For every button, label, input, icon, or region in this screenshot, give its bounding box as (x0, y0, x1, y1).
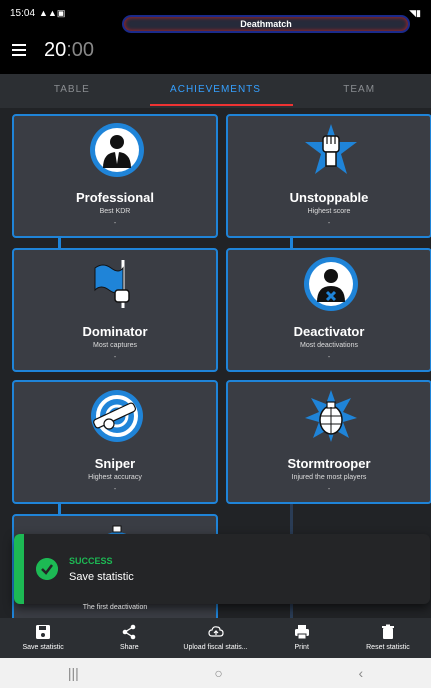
achievement-title: Deactivator (293, 324, 365, 339)
nav-label: Reset statistic (366, 644, 410, 651)
cloud-upload-icon (207, 626, 224, 637)
nav-label: Print (294, 644, 309, 651)
achievement-value: - (327, 486, 331, 493)
check-circle-icon (36, 558, 58, 580)
tab-team[interactable]: TEAM (287, 74, 431, 108)
tab-table[interactable]: TABLE (0, 74, 144, 108)
achievement-card-sniper[interactable]: Sniper Highest accuracy - (12, 380, 218, 504)
achievement-title: Stormtrooper (287, 456, 371, 471)
recents-icon[interactable]: ||| (68, 665, 79, 681)
achievement-title: Dominator (82, 324, 148, 339)
achievement-subtitle: Best KDR (99, 208, 131, 215)
nav-label: Share (119, 644, 139, 651)
achievement-value: - (327, 354, 331, 361)
upload-fiscal-button[interactable]: Upload fiscal statis... (172, 618, 258, 658)
home-icon[interactable]: ○ (214, 665, 222, 681)
raised-fist-icon (305, 124, 357, 174)
bottom-action-bar: Save statistic Share Upload fiscal stati… (0, 618, 431, 658)
grenade-icon (305, 390, 357, 442)
achievement-subtitle: Highest accuracy (88, 474, 142, 481)
achievement-subtitle: Most deactivations (300, 342, 358, 349)
notification-icon: ▲▲▣ (39, 7, 66, 18)
print-button[interactable]: Print (259, 618, 345, 658)
achievement-value: - (113, 486, 117, 493)
print-icon (294, 625, 309, 640)
toast-accent-bar (14, 534, 24, 604)
trash-icon (381, 624, 394, 639)
nav-label: Save statistic (22, 644, 64, 651)
achievement-subtitle: Injured the most players (291, 474, 367, 481)
defuser-icon (304, 257, 358, 311)
game-mode-badge[interactable]: Deathmatch (122, 15, 410, 33)
tab-bar: TABLE ACHIEVEMENTS TEAM (0, 74, 431, 108)
hamburger-menu-icon[interactable] (12, 44, 26, 56)
achievement-subtitle: Most captures (93, 342, 137, 349)
achievement-value: - (113, 354, 117, 361)
nav-label: Upload fiscal statis... (183, 644, 248, 651)
match-timer: 20:00 (44, 38, 95, 61)
active-tab-indicator (150, 104, 293, 106)
achievement-value: - (327, 220, 331, 227)
achievement-card-deactivator[interactable]: Deactivator Most deactivations - (226, 248, 431, 372)
achievement-card-professional[interactable]: Professional Best KDR - (12, 114, 218, 238)
businessman-icon (90, 123, 144, 177)
achievement-card-unstoppable[interactable]: Unstoppable Highest score - (226, 114, 431, 238)
tab-achievements[interactable]: ACHIEVEMENTS (144, 74, 288, 108)
achievement-title: Unstoppable (289, 190, 369, 205)
toast-message: Save statistic (69, 571, 134, 583)
save-icon (36, 625, 51, 639)
save-statistic-button[interactable]: Save statistic (0, 618, 86, 658)
status-time: 15:04 (10, 7, 36, 19)
share-icon (122, 624, 136, 640)
share-button[interactable]: Share (86, 618, 172, 658)
back-icon[interactable]: ‹ (358, 665, 363, 681)
achievement-title: Sniper (94, 456, 136, 471)
achievement-card-stormtrooper[interactable]: Stormtrooper Injured the most players - (226, 380, 431, 504)
achievement-card-dominator[interactable]: Dominator Most captures - (12, 248, 218, 372)
system-nav-bar: ||| ○ ‹ (0, 658, 431, 688)
achievement-subtitle: The first deactivation (82, 604, 148, 611)
flag-icon (94, 260, 130, 308)
achievement-subtitle: Highest score (307, 208, 351, 215)
crosshair-icon (91, 390, 143, 442)
toast-heading: SUCCESS (69, 556, 113, 566)
wifi-battery-icon: ◥▮ (409, 7, 421, 18)
top-bar: 20:00 (0, 26, 431, 74)
success-toast[interactable]: SUCCESS Save statistic (14, 534, 430, 604)
achievement-title: Professional (75, 190, 155, 205)
reset-statistic-button[interactable]: Reset statistic (345, 618, 431, 658)
achievement-value: - (113, 220, 117, 227)
